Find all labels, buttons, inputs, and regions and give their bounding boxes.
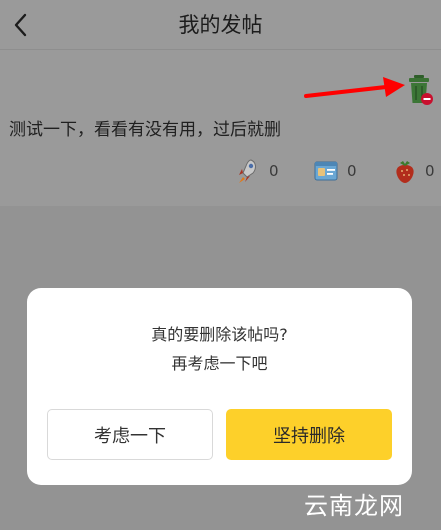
watermark-text: 云南龙网 [304,492,404,520]
page-title: 我的发帖 [178,13,263,37]
dialog-message: 真的要删除该帖吗? [151,325,288,344]
delete-post-button[interactable] [405,73,435,107]
dialog-submessage: 再考虑一下吧 [171,354,268,373]
stat-id-card[interactable]: 0 [313,156,357,186]
confirm-delete-dialog: 真的要删除该帖吗? 再考虑一下吧 考虑一下 坚持删除 [27,288,412,485]
post-content: 测试一下，看看有没有用，过后就删 [9,120,281,140]
top-nav-bar: 我的发帖 [0,0,441,50]
rocket-icon [239,159,256,183]
confirm-delete-button[interactable]: 坚持删除 [226,409,392,460]
id-card-icon [314,161,338,181]
rocket-count: 0 [269,162,279,180]
id-card-count: 0 [347,162,357,180]
stat-strawberry[interactable]: 0 [393,156,435,186]
stat-rocket[interactable]: 0 [235,156,279,186]
strawberry-count: 0 [425,162,435,180]
trash-icon [409,75,433,105]
strawberry-icon [396,161,414,183]
cancel-button[interactable]: 考虑一下 [47,409,213,460]
